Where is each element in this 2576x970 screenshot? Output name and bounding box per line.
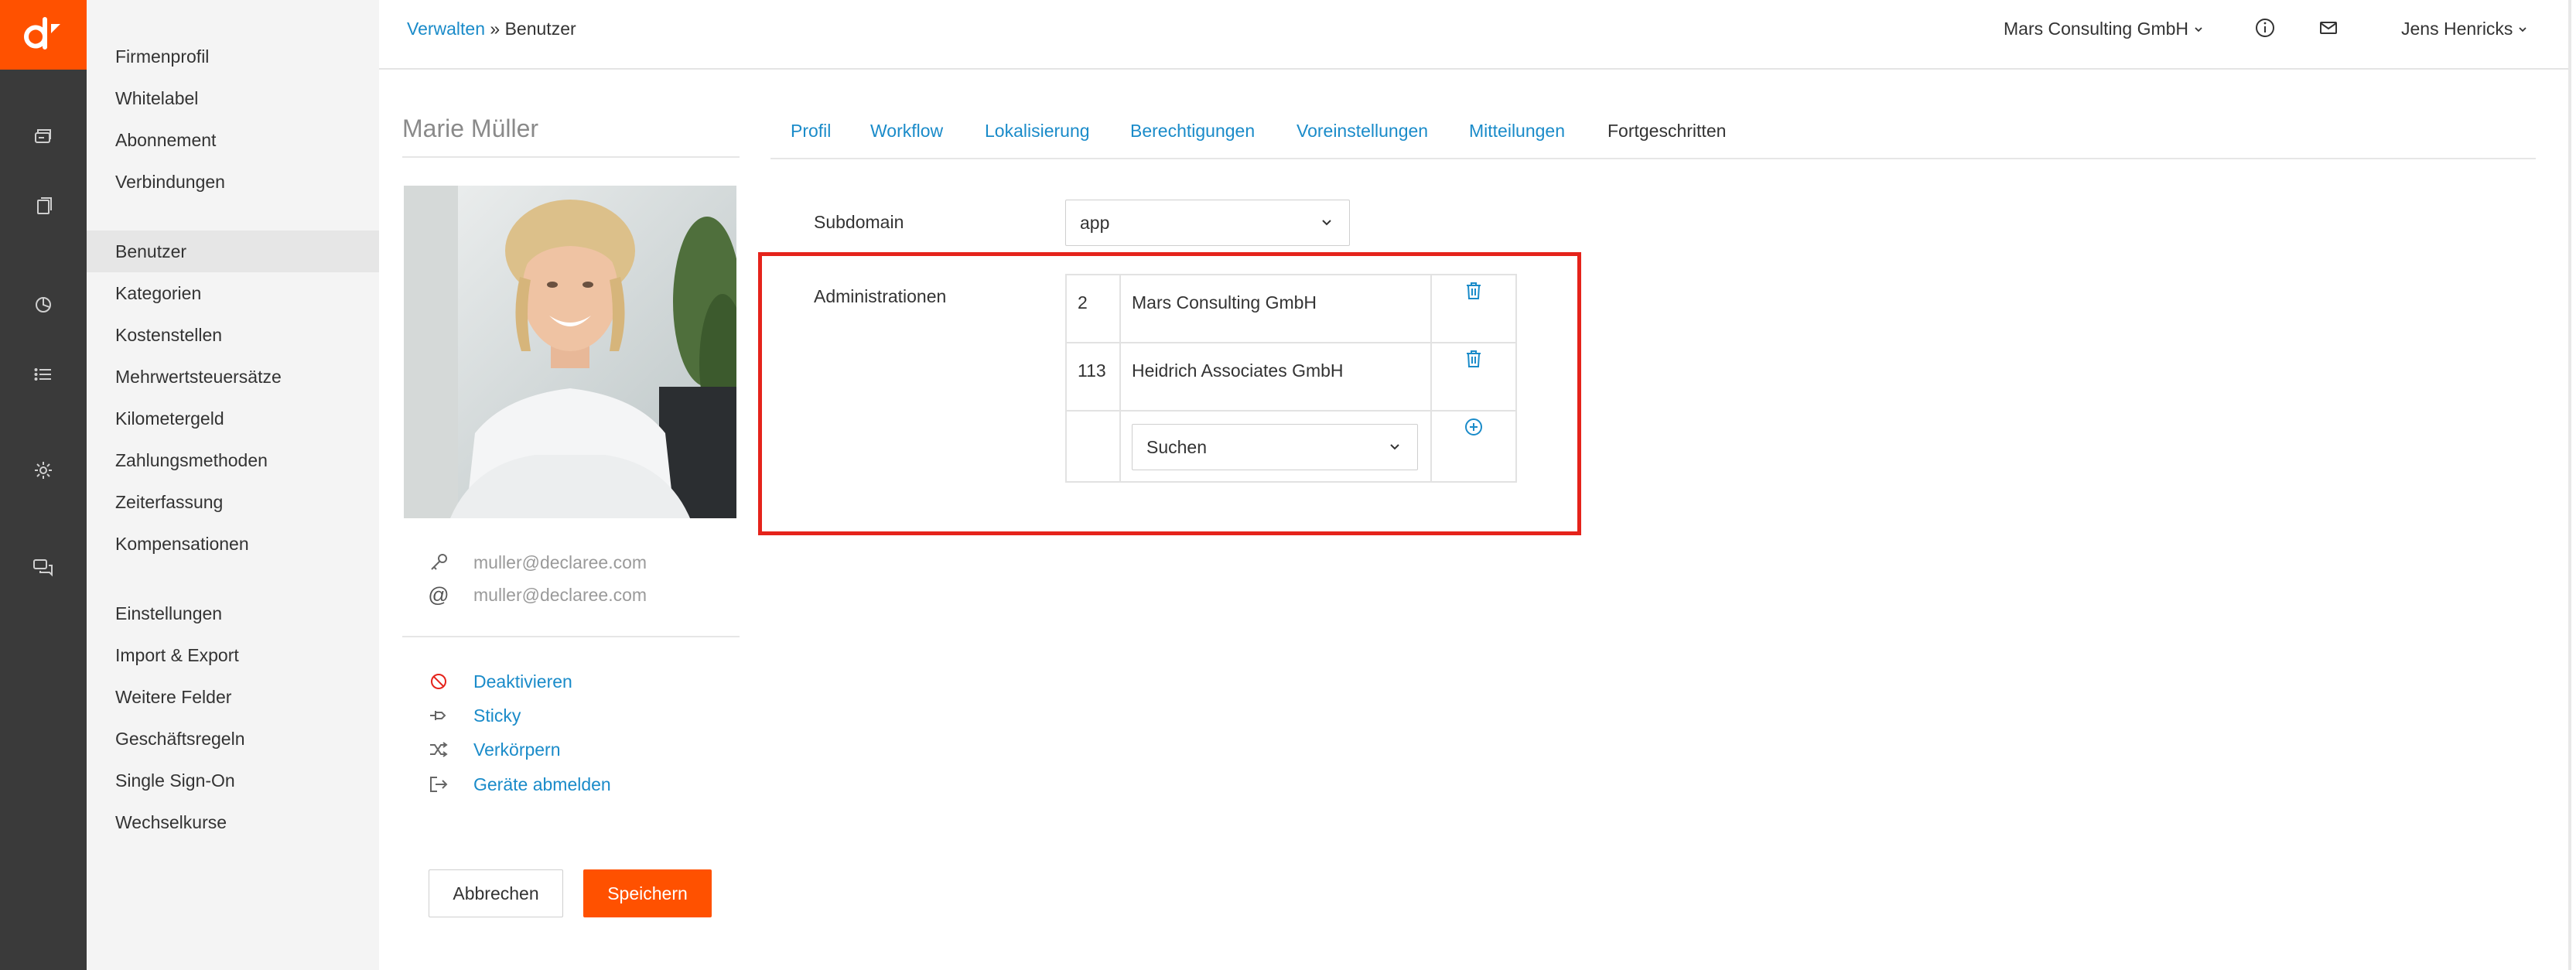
key-icon xyxy=(427,552,450,572)
sticky-label: Sticky xyxy=(473,705,521,726)
settings-icon[interactable] xyxy=(28,455,59,486)
chat-icon[interactable] xyxy=(28,552,59,583)
subdomain-label: Subdomain xyxy=(814,212,904,232)
chevron-down-icon xyxy=(2519,26,2527,32)
sidebar-item-zeiterfassung[interactable]: Zeiterfassung xyxy=(87,481,379,523)
search-placeholder: Suchen xyxy=(1146,436,1208,457)
sidebar-item-verbindungen[interactable]: Verbindungen xyxy=(87,161,379,203)
table-row: 113 Heidrich Associates GmbH xyxy=(1065,342,1517,412)
deactivate-label: Deaktivieren xyxy=(473,671,572,692)
top-header: Verwalten » Benutzer Mars Consulting Gmb… xyxy=(379,0,2571,70)
list-icon[interactable] xyxy=(28,359,59,390)
logo-icon xyxy=(24,17,60,50)
sidebar-item-kostenstellen[interactable]: Kostenstellen xyxy=(87,314,379,356)
email-value: muller@declaree.com xyxy=(473,584,647,605)
sidebar-item-firmenprofil[interactable]: Firmenprofil xyxy=(87,36,379,77)
trash-icon[interactable] xyxy=(1458,275,1489,306)
breadcrumb-link-verwalten[interactable]: Verwalten xyxy=(407,19,485,39)
trash-icon[interactable] xyxy=(1458,343,1489,374)
user-profile-photo xyxy=(404,186,736,518)
cancel-button[interactable]: Abbrechen xyxy=(429,869,563,917)
sidebar-item-mehrwertsteuersaetze[interactable]: Mehrwertsteuersätze xyxy=(87,356,379,398)
email-row: @ muller@declaree.com xyxy=(427,582,647,608)
breadcrumb-current: Benutzer xyxy=(504,19,576,39)
sidebar-item-whitelabel[interactable]: Whitelabel xyxy=(87,77,379,119)
subdomain-select[interactable]: app xyxy=(1065,200,1350,246)
tab-voreinstellungen[interactable]: Voreinstellungen xyxy=(1297,121,1428,142)
breadcrumb: Verwalten » Benutzer xyxy=(407,19,576,39)
chevron-down-icon xyxy=(1390,444,1399,450)
breadcrumb-separator: » xyxy=(490,19,501,39)
chevron-down-icon xyxy=(2195,26,2202,32)
admin-id: 113 xyxy=(1065,342,1121,412)
tabs-divider xyxy=(770,158,2536,159)
deactivate-action[interactable]: Deaktivieren xyxy=(427,668,572,695)
tab-berechtigungen[interactable]: Berechtigungen xyxy=(1130,121,1255,142)
user-full-name: Marie Müller xyxy=(402,114,539,142)
mail-icon[interactable] xyxy=(2318,17,2339,39)
app-logo[interactable] xyxy=(0,0,87,70)
sidebar-item-kategorien[interactable]: Kategorien xyxy=(87,272,379,314)
chevron-down-icon xyxy=(1322,220,1331,226)
block-icon xyxy=(427,671,450,692)
sidebar-item-kilometergeld[interactable]: Kilometergeld xyxy=(87,398,379,439)
admin-id: 2 xyxy=(1065,274,1121,343)
company-name: Mars Consulting GmbH xyxy=(2004,19,2189,39)
settings-sidebar: Firmenprofil Whitelabel Abonnement Verbi… xyxy=(87,0,379,970)
info-icon[interactable] xyxy=(2254,17,2276,39)
subdomain-value: app xyxy=(1080,212,1110,233)
sticky-action[interactable]: Sticky xyxy=(427,702,521,729)
documents-icon[interactable] xyxy=(28,190,59,221)
shuffle-icon xyxy=(427,739,450,760)
add-circle-icon[interactable] xyxy=(1458,412,1489,442)
sidebar-item-wechselkurse[interactable]: Wechselkurse xyxy=(87,801,379,843)
sidebar-item-benutzer[interactable]: Benutzer xyxy=(87,231,379,272)
logout-icon xyxy=(427,774,450,794)
tab-lokalisierung[interactable]: Lokalisierung xyxy=(985,121,1090,142)
sidebar-item-abonnement[interactable]: Abonnement xyxy=(87,119,379,161)
wallet-icon[interactable] xyxy=(28,121,59,152)
login-value: muller@declaree.com xyxy=(473,552,647,572)
table-row: 2 Mars Consulting GmbH xyxy=(1065,274,1517,343)
sidebar-item-kompensationen[interactable]: Kompensationen xyxy=(87,523,379,565)
impersonate-action[interactable]: Verkörpern xyxy=(427,736,561,763)
save-button[interactable]: Speichern xyxy=(583,869,712,917)
administration-search-select[interactable]: Suchen xyxy=(1132,424,1418,470)
sidebar-item-geschaeftsregeln[interactable]: Geschäftsregeln xyxy=(87,718,379,760)
administrations-table: 2 Mars Consulting GmbH 113 Heidrich Asso… xyxy=(1065,274,1517,483)
tab-fortgeschritten[interactable]: Fortgeschritten xyxy=(1607,121,1726,142)
reports-icon[interactable] xyxy=(28,289,59,320)
user-menu[interactable]: Jens Henricks xyxy=(2401,19,2528,39)
sidebar-item-single-sign-on[interactable]: Single Sign-On xyxy=(87,760,379,801)
administrations-label: Administrationen xyxy=(814,286,947,306)
admin-name: Mars Consulting GmbH xyxy=(1119,274,1432,343)
login-row: muller@declaree.com xyxy=(427,549,647,576)
sidebar-item-einstellungen[interactable]: Einstellungen xyxy=(87,593,379,634)
at-sign-icon: @ xyxy=(428,582,449,606)
logout-devices-label: Geräte abmelden xyxy=(473,774,611,794)
divider xyxy=(402,156,740,158)
right-edge-divider xyxy=(2568,0,2571,970)
tab-profil[interactable]: Profil xyxy=(791,121,831,142)
tab-workflow[interactable]: Workflow xyxy=(870,121,943,142)
icon-rail xyxy=(0,0,87,970)
table-row-add: Suchen xyxy=(1065,410,1517,483)
sidebar-item-import-export[interactable]: Import & Export xyxy=(87,634,379,676)
profile-photo-image xyxy=(404,186,736,518)
admin-name: Heidrich Associates GmbH xyxy=(1119,342,1432,412)
company-switcher[interactable]: Mars Consulting GmbH xyxy=(2004,19,2204,39)
pin-icon xyxy=(427,705,450,726)
divider xyxy=(402,636,740,637)
user-name: Jens Henricks xyxy=(2401,19,2513,39)
sidebar-item-weitere-felder[interactable]: Weitere Felder xyxy=(87,676,379,718)
tab-mitteilungen[interactable]: Mitteilungen xyxy=(1469,121,1565,142)
sidebar-item-zahlungsmethoden[interactable]: Zahlungsmethoden xyxy=(87,439,379,481)
logout-devices-action[interactable]: Geräte abmelden xyxy=(427,771,611,798)
impersonate-label: Verkörpern xyxy=(473,739,561,760)
